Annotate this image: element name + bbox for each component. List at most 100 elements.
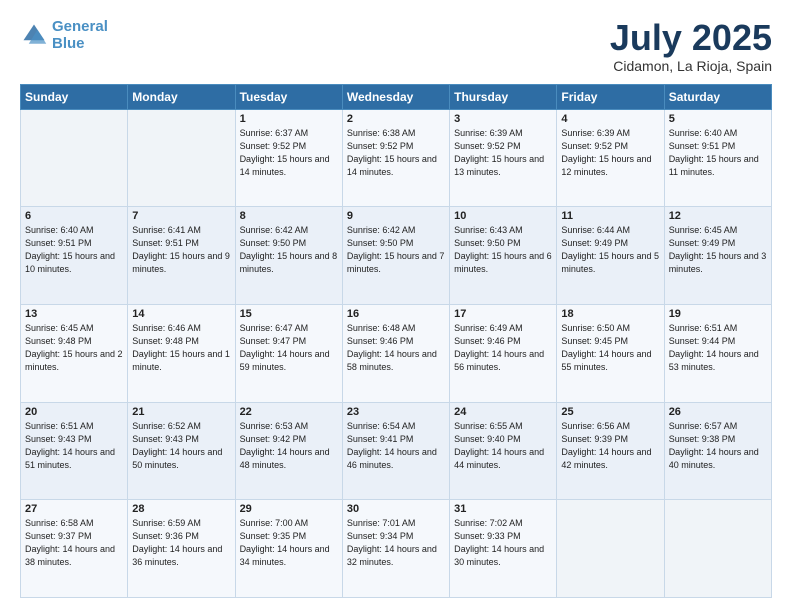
col-tuesday: Tuesday xyxy=(235,84,342,109)
col-sunday: Sunday xyxy=(21,84,128,109)
calendar-cell: 14 Sunrise: 6:46 AMSunset: 9:48 PMDaylig… xyxy=(128,304,235,402)
day-number: 3 xyxy=(454,113,552,125)
day-number: 22 xyxy=(240,406,338,418)
calendar-cell: 30 Sunrise: 7:01 AMSunset: 9:34 PMDaylig… xyxy=(342,500,449,598)
day-number: 6 xyxy=(25,210,123,222)
calendar-cell: 18 Sunrise: 6:50 AMSunset: 9:45 PMDaylig… xyxy=(557,304,664,402)
calendar-week-row: 6 Sunrise: 6:40 AMSunset: 9:51 PMDayligh… xyxy=(21,207,772,305)
col-monday: Monday xyxy=(128,84,235,109)
location-subtitle: Cidamon, La Rioja, Spain xyxy=(610,58,772,74)
day-number: 19 xyxy=(669,308,767,320)
col-wednesday: Wednesday xyxy=(342,84,449,109)
calendar-cell: 3 Sunrise: 6:39 AMSunset: 9:52 PMDayligh… xyxy=(450,109,557,207)
day-detail: Sunrise: 6:59 AMSunset: 9:36 PMDaylight:… xyxy=(132,517,230,569)
day-detail: Sunrise: 6:41 AMSunset: 9:51 PMDaylight:… xyxy=(132,224,230,276)
calendar-cell: 22 Sunrise: 6:53 AMSunset: 9:42 PMDaylig… xyxy=(235,402,342,500)
calendar-cell: 31 Sunrise: 7:02 AMSunset: 9:33 PMDaylig… xyxy=(450,500,557,598)
day-number: 9 xyxy=(347,210,445,222)
day-number: 11 xyxy=(561,210,659,222)
day-detail: Sunrise: 7:00 AMSunset: 9:35 PMDaylight:… xyxy=(240,517,338,569)
calendar-cell: 28 Sunrise: 6:59 AMSunset: 9:36 PMDaylig… xyxy=(128,500,235,598)
day-detail: Sunrise: 6:49 AMSunset: 9:46 PMDaylight:… xyxy=(454,322,552,374)
calendar-cell: 15 Sunrise: 6:47 AMSunset: 9:47 PMDaylig… xyxy=(235,304,342,402)
calendar-cell: 6 Sunrise: 6:40 AMSunset: 9:51 PMDayligh… xyxy=(21,207,128,305)
calendar-cell: 23 Sunrise: 6:54 AMSunset: 9:41 PMDaylig… xyxy=(342,402,449,500)
day-number: 18 xyxy=(561,308,659,320)
day-detail: Sunrise: 6:45 AMSunset: 9:49 PMDaylight:… xyxy=(669,224,767,276)
day-detail: Sunrise: 6:51 AMSunset: 9:44 PMDaylight:… xyxy=(669,322,767,374)
day-number: 8 xyxy=(240,210,338,222)
calendar-cell: 10 Sunrise: 6:43 AMSunset: 9:50 PMDaylig… xyxy=(450,207,557,305)
calendar-table: Sunday Monday Tuesday Wednesday Thursday… xyxy=(20,84,772,598)
calendar-cell xyxy=(664,500,771,598)
day-number: 1 xyxy=(240,113,338,125)
day-detail: Sunrise: 6:50 AMSunset: 9:45 PMDaylight:… xyxy=(561,322,659,374)
day-detail: Sunrise: 6:44 AMSunset: 9:49 PMDaylight:… xyxy=(561,224,659,276)
day-number: 16 xyxy=(347,308,445,320)
calendar-cell: 8 Sunrise: 6:42 AMSunset: 9:50 PMDayligh… xyxy=(235,207,342,305)
day-detail: Sunrise: 6:54 AMSunset: 9:41 PMDaylight:… xyxy=(347,420,445,472)
day-detail: Sunrise: 6:47 AMSunset: 9:47 PMDaylight:… xyxy=(240,322,338,374)
day-number: 31 xyxy=(454,503,552,515)
day-detail: Sunrise: 7:01 AMSunset: 9:34 PMDaylight:… xyxy=(347,517,445,569)
calendar-cell: 12 Sunrise: 6:45 AMSunset: 9:49 PMDaylig… xyxy=(664,207,771,305)
day-number: 24 xyxy=(454,406,552,418)
day-detail: Sunrise: 6:37 AMSunset: 9:52 PMDaylight:… xyxy=(240,127,338,179)
calendar-cell: 25 Sunrise: 6:56 AMSunset: 9:39 PMDaylig… xyxy=(557,402,664,500)
calendar-cell: 9 Sunrise: 6:42 AMSunset: 9:50 PMDayligh… xyxy=(342,207,449,305)
day-detail: Sunrise: 6:51 AMSunset: 9:43 PMDaylight:… xyxy=(25,420,123,472)
day-number: 27 xyxy=(25,503,123,515)
calendar-cell: 4 Sunrise: 6:39 AMSunset: 9:52 PMDayligh… xyxy=(557,109,664,207)
calendar-cell xyxy=(128,109,235,207)
day-number: 2 xyxy=(347,113,445,125)
day-number: 5 xyxy=(669,113,767,125)
calendar-header-row: Sunday Monday Tuesday Wednesday Thursday… xyxy=(21,84,772,109)
day-detail: Sunrise: 6:46 AMSunset: 9:48 PMDaylight:… xyxy=(132,322,230,374)
logo-text: General Blue xyxy=(52,18,108,53)
day-detail: Sunrise: 6:42 AMSunset: 9:50 PMDaylight:… xyxy=(347,224,445,276)
day-number: 21 xyxy=(132,406,230,418)
day-detail: Sunrise: 6:53 AMSunset: 9:42 PMDaylight:… xyxy=(240,420,338,472)
day-number: 17 xyxy=(454,308,552,320)
page: General Blue July 2025 Cidamon, La Rioja… xyxy=(0,0,792,612)
day-number: 4 xyxy=(561,113,659,125)
day-detail: Sunrise: 6:40 AMSunset: 9:51 PMDaylight:… xyxy=(25,224,123,276)
day-detail: Sunrise: 7:02 AMSunset: 9:33 PMDaylight:… xyxy=(454,517,552,569)
day-number: 13 xyxy=(25,308,123,320)
calendar-cell: 29 Sunrise: 7:00 AMSunset: 9:35 PMDaylig… xyxy=(235,500,342,598)
calendar-cell: 2 Sunrise: 6:38 AMSunset: 9:52 PMDayligh… xyxy=(342,109,449,207)
title-block: July 2025 Cidamon, La Rioja, Spain xyxy=(610,18,772,74)
day-detail: Sunrise: 6:57 AMSunset: 9:38 PMDaylight:… xyxy=(669,420,767,472)
calendar-cell xyxy=(21,109,128,207)
logo-blue: Blue xyxy=(52,35,85,52)
day-detail: Sunrise: 6:42 AMSunset: 9:50 PMDaylight:… xyxy=(240,224,338,276)
day-number: 23 xyxy=(347,406,445,418)
logo: General Blue xyxy=(20,18,108,53)
day-detail: Sunrise: 6:38 AMSunset: 9:52 PMDaylight:… xyxy=(347,127,445,179)
calendar-cell: 26 Sunrise: 6:57 AMSunset: 9:38 PMDaylig… xyxy=(664,402,771,500)
calendar-week-row: 27 Sunrise: 6:58 AMSunset: 9:37 PMDaylig… xyxy=(21,500,772,598)
calendar-week-row: 13 Sunrise: 6:45 AMSunset: 9:48 PMDaylig… xyxy=(21,304,772,402)
day-number: 30 xyxy=(347,503,445,515)
calendar-cell: 19 Sunrise: 6:51 AMSunset: 9:44 PMDaylig… xyxy=(664,304,771,402)
day-detail: Sunrise: 6:43 AMSunset: 9:50 PMDaylight:… xyxy=(454,224,552,276)
calendar-cell: 11 Sunrise: 6:44 AMSunset: 9:49 PMDaylig… xyxy=(557,207,664,305)
day-detail: Sunrise: 6:40 AMSunset: 9:51 PMDaylight:… xyxy=(669,127,767,179)
calendar-cell: 24 Sunrise: 6:55 AMSunset: 9:40 PMDaylig… xyxy=(450,402,557,500)
day-detail: Sunrise: 6:58 AMSunset: 9:37 PMDaylight:… xyxy=(25,517,123,569)
calendar-week-row: 1 Sunrise: 6:37 AMSunset: 9:52 PMDayligh… xyxy=(21,109,772,207)
calendar-cell xyxy=(557,500,664,598)
calendar-cell: 21 Sunrise: 6:52 AMSunset: 9:43 PMDaylig… xyxy=(128,402,235,500)
calendar-cell: 27 Sunrise: 6:58 AMSunset: 9:37 PMDaylig… xyxy=(21,500,128,598)
day-detail: Sunrise: 6:55 AMSunset: 9:40 PMDaylight:… xyxy=(454,420,552,472)
day-number: 29 xyxy=(240,503,338,515)
header: General Blue July 2025 Cidamon, La Rioja… xyxy=(20,18,772,74)
day-detail: Sunrise: 6:48 AMSunset: 9:46 PMDaylight:… xyxy=(347,322,445,374)
day-number: 25 xyxy=(561,406,659,418)
calendar-cell: 16 Sunrise: 6:48 AMSunset: 9:46 PMDaylig… xyxy=(342,304,449,402)
col-saturday: Saturday xyxy=(664,84,771,109)
day-number: 14 xyxy=(132,308,230,320)
calendar-cell: 5 Sunrise: 6:40 AMSunset: 9:51 PMDayligh… xyxy=(664,109,771,207)
day-number: 20 xyxy=(25,406,123,418)
day-number: 26 xyxy=(669,406,767,418)
